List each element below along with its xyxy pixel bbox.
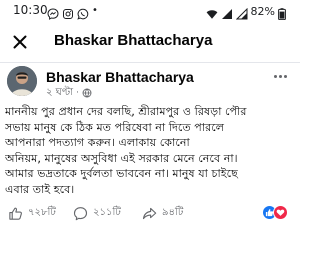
post-text-line: মাননীয় পুর প্রধান দের বলছি, শ্রীরামপুর … bbox=[5, 105, 247, 118]
meta-separator: · bbox=[76, 88, 79, 98]
signal-icon bbox=[221, 5, 233, 19]
post-header: Bhaskar Bhattacharya ২ ঘণ্টা · bbox=[0, 64, 300, 104]
more-options-button[interactable] bbox=[270, 68, 290, 84]
globe-icon bbox=[82, 88, 92, 98]
comment-icon bbox=[73, 206, 88, 220]
instagram-icon bbox=[62, 5, 74, 19]
like-action[interactable]: ৭২৮টি bbox=[8, 204, 56, 222]
status-system-icons: 82% bbox=[206, 3, 290, 21]
post-text-line: সভায় মানুষ কে ঠিক মত পরিষেবা না দিতে পা… bbox=[5, 120, 225, 134]
app-bar: Bhaskar Bhattacharya bbox=[0, 22, 300, 62]
post-meta: ২ ঘণ্টা · bbox=[46, 86, 92, 100]
post-text-line: আপনারা পদত্যাগ করুন। এলাকায় কোনো bbox=[5, 136, 190, 150]
post-text-line: আমার ভদ্রতাকে দুর্বলতা ভাববেন না। মানুষ … bbox=[5, 167, 238, 181]
whatsapp-icon bbox=[77, 5, 89, 20]
header-divider bbox=[0, 62, 300, 63]
battery-icon bbox=[278, 5, 290, 21]
love-reaction-icon bbox=[273, 205, 288, 220]
like-count: ৭২৮টি bbox=[28, 206, 56, 218]
close-icon bbox=[13, 35, 27, 49]
post-text-line: অনিয়ম, মানুষের অসুবিধা এই সরকার মেনে নে… bbox=[5, 151, 238, 165]
share-action[interactable]: ৯৪টি bbox=[142, 204, 183, 222]
status-time: 10:30 bbox=[13, 3, 48, 17]
app-bar-title: Bhaskar Bhattacharya bbox=[54, 32, 213, 49]
post-timestamp[interactable]: ২ ঘণ্টা bbox=[46, 85, 73, 102]
post-text-line: এবার তাই হবে। bbox=[5, 182, 75, 196]
reaction-bar: ৭২৮টি ২১১টি ৯৪টি bbox=[0, 200, 300, 226]
reaction-summary[interactable] bbox=[262, 205, 288, 220]
status-notification-icons: • bbox=[47, 3, 98, 20]
close-button[interactable] bbox=[6, 28, 34, 56]
author-name[interactable]: Bhaskar Bhattacharya bbox=[46, 69, 194, 85]
messenger-icon bbox=[47, 5, 59, 20]
more-dot-icon bbox=[283, 74, 287, 78]
share-count: ৯৪টি bbox=[162, 206, 184, 218]
comment-count: ২১১টি bbox=[93, 206, 121, 218]
post-text: মাননীয় পুর প্রধান দের বলছি, শ্রীরামপুর … bbox=[5, 104, 297, 196]
more-dot-icon bbox=[273, 74, 277, 78]
comment-action[interactable]: ২১১টি bbox=[73, 204, 121, 222]
more-dot-icon bbox=[278, 74, 282, 78]
battery-percentage: 82% bbox=[250, 4, 275, 18]
status-dot: • bbox=[92, 5, 98, 16]
avatar[interactable] bbox=[7, 66, 37, 96]
status-bar: 10:30 • 82% bbox=[0, 0, 300, 22]
wifi-icon bbox=[206, 5, 218, 19]
like-icon bbox=[9, 207, 22, 220]
share-icon bbox=[142, 207, 157, 219]
signal-icon-2 bbox=[235, 5, 248, 20]
